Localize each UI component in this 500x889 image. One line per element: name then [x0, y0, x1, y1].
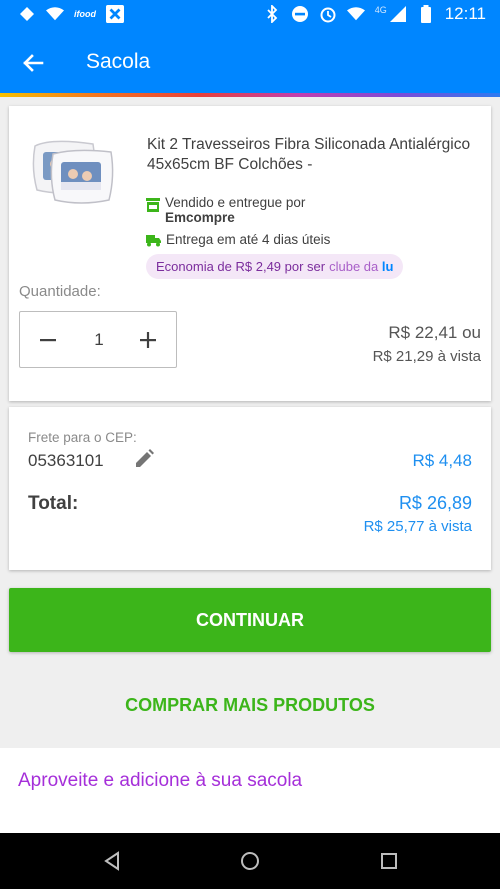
decrease-quantity-button[interactable]	[34, 326, 62, 354]
plus-icon	[140, 332, 156, 348]
pencil-icon	[136, 449, 154, 467]
ifood-icon: ifood	[74, 9, 96, 19]
signal-icon	[389, 5, 407, 23]
buy-more-button[interactable]: COMPRAR MAIS PRODUTOS	[9, 680, 491, 730]
seller-name: Emcompre	[165, 210, 235, 225]
status-right-icons: 4G 12:11	[263, 4, 486, 24]
product-image[interactable]	[31, 136, 117, 208]
page-title: Sacola	[86, 50, 151, 73]
total-price: R$ 26,89	[398, 493, 472, 513]
diamond-icon	[18, 5, 36, 23]
battery-icon	[417, 5, 435, 23]
alarm-icon	[319, 5, 337, 23]
minus-icon	[40, 339, 56, 342]
system-nav-bar	[0, 833, 500, 889]
clube-da-lu-logo: clube da lu	[329, 259, 393, 274]
back-button[interactable]	[18, 48, 48, 78]
x-app-icon	[106, 5, 124, 23]
wifi-icon	[46, 5, 64, 23]
network-type: 4G	[374, 5, 387, 15]
cep-value: 05363101	[28, 451, 104, 470]
total-price-vista: R$ 25,77 à vista	[363, 518, 472, 535]
product-card: Kit 2 Travesseiros Fibra Siliconada Anti…	[9, 106, 491, 401]
store-icon	[146, 198, 160, 212]
product-price: R$ 22,41 ou	[388, 323, 481, 342]
nav-recents-button[interactable]	[377, 849, 401, 873]
triangle-back-icon	[104, 851, 119, 871]
status-bar: ifood 4G 12:11	[0, 0, 500, 30]
product-price-vista: R$ 21,29 à vista	[372, 348, 481, 365]
economia-badge: Economia de R$ 2,49 por ser clube da lu	[146, 254, 404, 279]
increase-quantity-button[interactable]	[134, 326, 162, 354]
do-not-disturb-icon	[291, 5, 309, 23]
wifi-icon	[346, 5, 365, 23]
quantity-stepper: 1	[19, 311, 177, 368]
clube-lu-text: lu	[381, 259, 394, 274]
edit-cep-button[interactable]	[133, 448, 155, 470]
rainbow-divider	[0, 93, 500, 97]
continue-button[interactable]: CONTINUAR	[9, 588, 491, 652]
summary-card: Frete para o CEP: 05363101 R$ 4,48 Total…	[9, 407, 491, 570]
frete-label: Frete para o CEP:	[28, 430, 137, 445]
circle-home-icon	[241, 852, 259, 870]
recommendations-section: Aproveite e adicione à sua sacola	[0, 748, 500, 833]
frete-price: R$ 4,48	[412, 451, 472, 470]
square-recents-icon	[381, 853, 397, 869]
clube-text: clube da	[329, 259, 379, 274]
status-left-icons: ifood	[18, 5, 124, 23]
arrow-left-icon	[23, 54, 44, 72]
product-title[interactable]: Kit 2 Travesseiros Fibra Siliconada Anti…	[147, 135, 477, 175]
recommendations-title: Aproveite e adicione à sua sacola	[18, 770, 303, 791]
seller-label: Vendido e entregue por	[165, 195, 306, 210]
app-header: ifood 4G 12:11 Sacola	[0, 0, 500, 95]
quantity-value[interactable]: 1	[82, 330, 116, 350]
total-label: Total:	[28, 493, 79, 514]
economia-text: Economia de R$ 2,49 por ser	[156, 259, 326, 274]
status-time: 12:11	[444, 4, 486, 23]
nav-home-button[interactable]	[238, 849, 262, 873]
seller-info: Vendido e entregue por Emcompre	[146, 195, 305, 225]
delivery-info: Entrega em até 4 dias úteis	[146, 232, 330, 247]
delivery-text: Entrega em até 4 dias úteis	[166, 232, 331, 247]
toolbar: Sacola	[0, 30, 500, 94]
quantity-label: Quantidade:	[19, 283, 101, 300]
bluetooth-icon	[263, 5, 281, 23]
seller-text: Vendido e entregue por Emcompre	[165, 195, 305, 225]
nav-back-button[interactable]	[100, 849, 124, 873]
truck-icon	[146, 235, 161, 247]
